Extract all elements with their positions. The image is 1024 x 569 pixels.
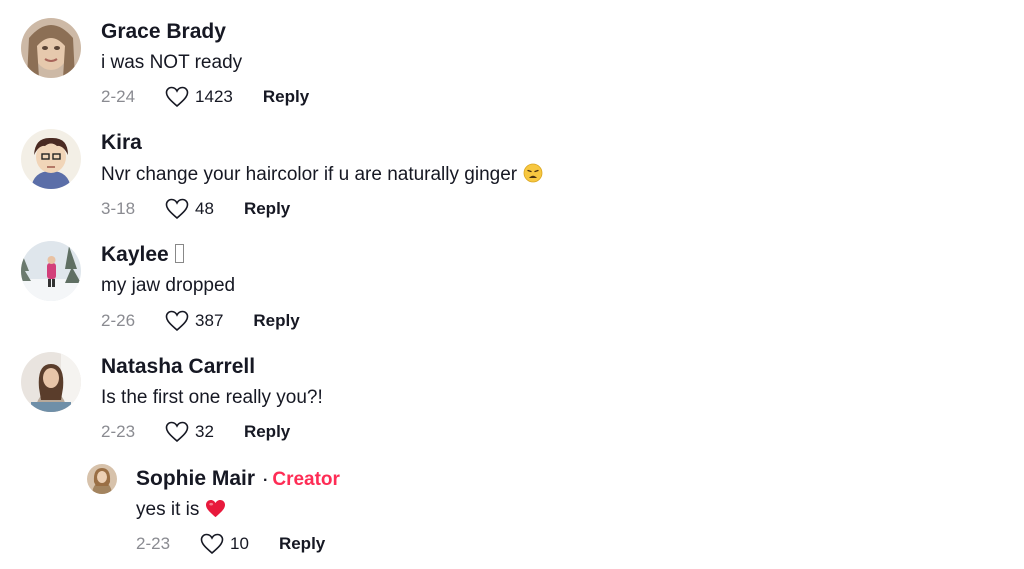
reply-text-content: yes it is	[136, 499, 200, 520]
avatar[interactable]	[21, 241, 81, 301]
comment-text: Is the first one really you?!	[101, 387, 323, 408]
reply-button[interactable]: Reply	[279, 534, 325, 554]
avatar[interactable]	[21, 352, 81, 412]
avatar-cartoon-icon	[21, 129, 81, 189]
comment-meta: 2-24 1423 Reply	[101, 86, 309, 108]
heart-icon	[165, 310, 189, 332]
reply-author[interactable]: Sophie Mair · Creator	[136, 467, 340, 491]
avatar[interactable]	[21, 18, 81, 78]
comment-date: 2-26	[101, 311, 136, 330]
comment-author[interactable]: Grace Brady	[101, 20, 226, 44]
comment-date: 2-24	[101, 87, 136, 106]
weary-face-icon	[523, 163, 543, 189]
comment-meta: 2-26 387 Reply	[101, 310, 300, 332]
like-count: 10	[230, 534, 249, 553]
comment-author[interactable]: Natasha Carrell	[101, 355, 255, 379]
badge-separator: ·	[263, 472, 269, 489]
comment-text: Nvr change your haircolor if u are natur…	[101, 163, 543, 189]
like-count: 387	[195, 311, 224, 330]
like-button[interactable]: 10	[200, 533, 249, 555]
reply-author-name: Sophie Mair	[136, 467, 256, 490]
like-button[interactable]: 48	[165, 198, 214, 220]
like-button[interactable]: 387	[165, 310, 223, 332]
heart-icon	[200, 533, 224, 555]
comment-date: 3-18	[101, 199, 136, 218]
reply-text: yes it is	[136, 499, 226, 524]
like-count: 1423	[195, 87, 233, 106]
like-button[interactable]: 32	[165, 421, 214, 443]
reply-button[interactable]: Reply	[244, 422, 290, 442]
reply-button[interactable]: Reply	[263, 87, 309, 107]
red-heart-icon	[205, 499, 226, 524]
avatar-photo-icon	[21, 241, 81, 301]
avatar-photo-icon	[21, 18, 81, 78]
comment-text: my jaw dropped	[101, 275, 236, 296]
comment-meta: 3-18 48 Reply	[101, 198, 290, 220]
reply-button[interactable]: Reply	[244, 199, 290, 219]
avatar-photo-icon	[21, 352, 81, 412]
reply-date: 2-23	[136, 534, 171, 553]
avatar[interactable]	[21, 129, 81, 189]
heart-icon	[165, 421, 189, 443]
like-count: 48	[195, 199, 214, 218]
avatar-photo-icon	[87, 464, 117, 494]
comment-meta: 2-23 32 Reply	[101, 421, 290, 443]
heart-icon	[165, 198, 189, 220]
heart-icon	[165, 86, 189, 108]
reply-button[interactable]: Reply	[253, 311, 299, 331]
comment-date: 2-23	[101, 422, 136, 441]
avatar[interactable]	[87, 464, 117, 494]
comment-text-content: Nvr change your haircolor if u are natur…	[101, 164, 518, 185]
like-count: 32	[195, 422, 214, 441]
like-button[interactable]: 1423	[165, 86, 233, 108]
comment-text: i was NOT ready	[101, 52, 243, 73]
reply-meta: 2-23 10 Reply	[136, 533, 325, 555]
creator-badge: Creator	[272, 469, 340, 490]
comment-author[interactable]: Kaylee	[101, 243, 184, 267]
comment-author[interactable]: Kira	[101, 131, 142, 155]
comment-author-name: Kaylee	[101, 243, 169, 266]
missing-glyph-icon	[174, 244, 184, 263]
